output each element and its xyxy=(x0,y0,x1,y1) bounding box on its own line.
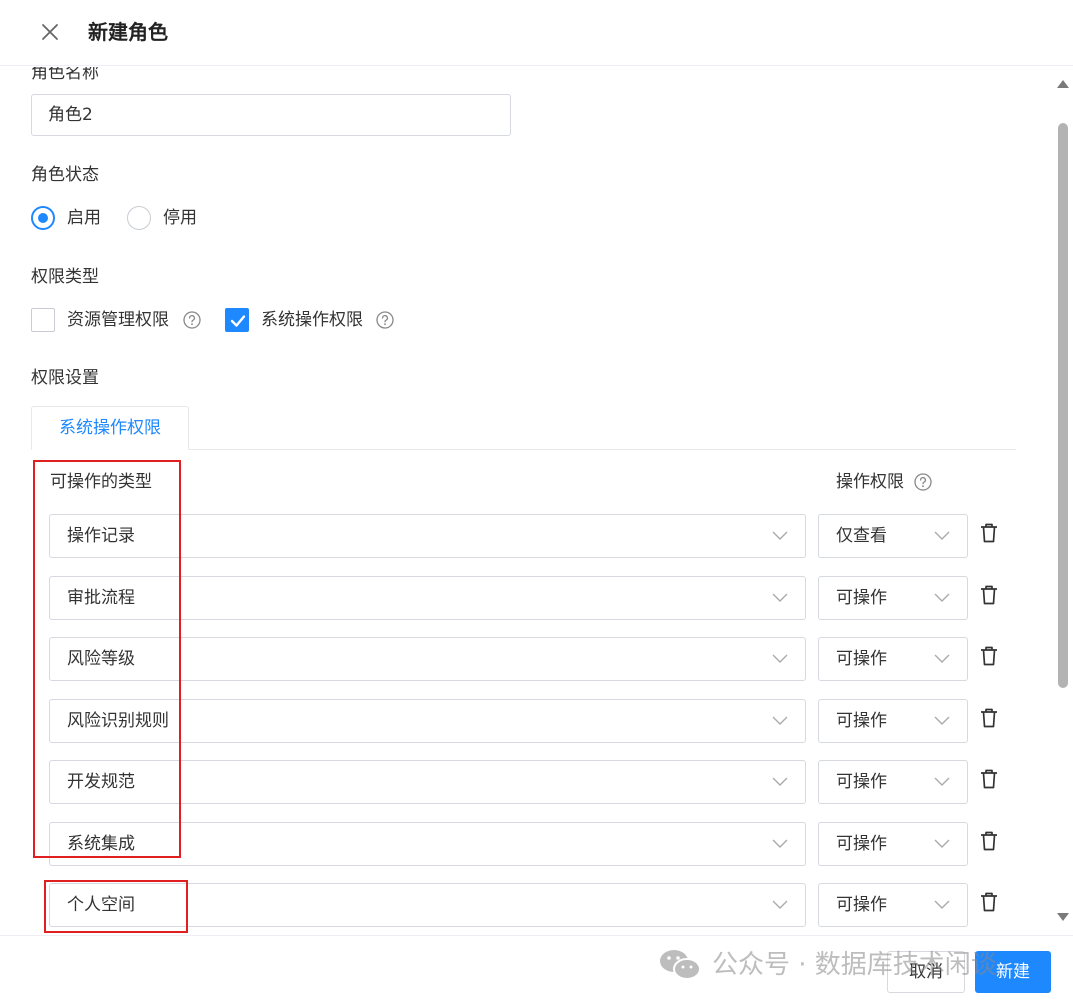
dialog-title: 新建角色 xyxy=(88,20,168,44)
perm-select-value: 可操作 xyxy=(836,834,887,854)
scroll-up-arrow-icon[interactable] xyxy=(1057,80,1069,88)
chevron-down-icon xyxy=(934,593,950,602)
resource-perm-checkbox[interactable] xyxy=(31,308,55,332)
perm-select[interactable]: 可操作 xyxy=(818,760,968,804)
role-name-label: 角色名称 xyxy=(31,67,99,83)
check-icon xyxy=(230,315,246,327)
chevron-down-icon xyxy=(934,777,950,786)
close-icon xyxy=(42,24,58,40)
status-option-label: 停用 xyxy=(163,208,197,228)
trash-icon[interactable] xyxy=(979,891,999,913)
help-icon[interactable] xyxy=(376,311,394,329)
trash-icon[interactable] xyxy=(979,584,999,606)
scroll-down-arrow-icon[interactable] xyxy=(1057,913,1069,921)
perm-type-option-label: 系统操作权限 xyxy=(261,310,363,330)
perm-settings-label: 权限设置 xyxy=(31,368,99,388)
chevron-down-icon xyxy=(772,900,788,909)
chevron-down-icon xyxy=(772,654,788,663)
trash-icon[interactable] xyxy=(979,645,999,667)
perm-select[interactable]: 可操作 xyxy=(818,822,968,866)
chevron-down-icon xyxy=(772,716,788,725)
chevron-down-icon xyxy=(934,900,950,909)
scrollbar-thumb[interactable] xyxy=(1058,123,1068,688)
trash-icon[interactable] xyxy=(979,522,999,544)
perm-select[interactable]: 可操作 xyxy=(818,883,968,927)
status-radio-disabled[interactable] xyxy=(127,206,151,230)
cancel-button[interactable]: 取消 xyxy=(887,951,965,993)
system-perm-checkbox[interactable] xyxy=(225,308,249,332)
close-button[interactable] xyxy=(38,20,62,44)
help-icon[interactable] xyxy=(183,311,201,329)
highlight-box-type-column xyxy=(33,460,181,858)
dialog-header: 新建角色 xyxy=(0,0,1073,66)
role-name-input[interactable]: 角色2 xyxy=(31,94,511,136)
tab-system-perm[interactable]: 系统操作权限 xyxy=(31,406,189,450)
perm-select-value: 可操作 xyxy=(836,895,887,915)
help-icon[interactable] xyxy=(914,473,932,491)
perm-select[interactable]: 仅查看 xyxy=(818,514,968,558)
perm-select[interactable]: 可操作 xyxy=(818,637,968,681)
trash-icon[interactable] xyxy=(979,768,999,790)
dialog-footer: 取消 新建 xyxy=(0,935,1073,1006)
chevron-down-icon xyxy=(934,839,950,848)
chevron-down-icon xyxy=(934,654,950,663)
chevron-down-icon xyxy=(772,593,788,602)
perm-select-value: 可操作 xyxy=(836,588,887,608)
vertical-scrollbar[interactable] xyxy=(1053,67,1073,935)
form-scroll-area[interactable]: 角色名称 角色2 角色状态 启用 停用 权限类型 资源管理权限 系统操作权限 权… xyxy=(0,67,1052,935)
perm-column-header: 操作权限 xyxy=(836,472,904,492)
highlight-box-personal-space xyxy=(44,880,188,933)
trash-icon[interactable] xyxy=(979,707,999,729)
status-radio-enabled[interactable] xyxy=(31,206,55,230)
perm-select-value: 可操作 xyxy=(836,711,887,731)
role-status-label: 角色状态 xyxy=(31,165,99,185)
perm-type-label: 权限类型 xyxy=(31,267,99,287)
trash-icon[interactable] xyxy=(979,830,999,852)
perm-select-value: 仅查看 xyxy=(836,526,887,546)
perm-select[interactable]: 可操作 xyxy=(818,576,968,620)
chevron-down-icon xyxy=(772,777,788,786)
perm-select-value: 可操作 xyxy=(836,772,887,792)
status-option-label: 启用 xyxy=(67,208,101,228)
perm-select[interactable]: 可操作 xyxy=(818,699,968,743)
chevron-down-icon xyxy=(772,531,788,540)
chevron-down-icon xyxy=(934,716,950,725)
perm-select-value: 可操作 xyxy=(836,649,887,669)
chevron-down-icon xyxy=(772,839,788,848)
create-button[interactable]: 新建 xyxy=(975,951,1051,993)
chevron-down-icon xyxy=(934,531,950,540)
perm-type-option-label: 资源管理权限 xyxy=(67,310,169,330)
